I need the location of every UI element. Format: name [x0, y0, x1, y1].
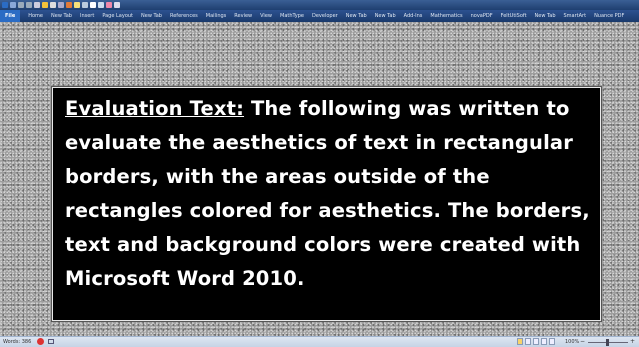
evaluation-paragraph[interactable]: Evaluation Text: The following was writt… [65, 92, 593, 296]
tab-mailings[interactable]: Mailings [202, 10, 231, 22]
word-logo-icon[interactable] [2, 2, 8, 8]
save-icon[interactable] [10, 2, 16, 8]
tab-new-tab[interactable]: New Tab [371, 10, 400, 22]
table-icon[interactable] [58, 2, 64, 8]
undo-icon[interactable] [18, 2, 24, 8]
tab-feltutisoft[interactable]: FeltUtiSoft [497, 10, 531, 22]
chart-icon[interactable] [82, 2, 88, 8]
text-border-frame: Evaluation Text: The following was writt… [51, 86, 602, 322]
tab-new-tab[interactable]: New Tab [137, 10, 166, 22]
evaluation-label: Evaluation Text: [65, 97, 245, 120]
proofing-icon[interactable] [37, 338, 44, 345]
quick-access-toolbar [0, 0, 639, 10]
highlight-icon[interactable] [42, 2, 48, 8]
bookmark-icon[interactable] [106, 2, 112, 8]
macro-recording-icon[interactable] [48, 339, 54, 344]
zoom-in-button[interactable]: + [630, 338, 635, 345]
web-layout-view-button[interactable] [533, 338, 539, 345]
more-commands-icon[interactable] [114, 2, 120, 8]
tab-smartart[interactable]: SmartArt [560, 10, 591, 22]
ribbon-tabs: File Home New Tab Insert Page Layout New Tab R… [0, 10, 639, 22]
zoom-level[interactable]: 100% [565, 339, 579, 345]
view-buttons [517, 338, 555, 345]
print-layout-view-button[interactable] [517, 338, 523, 345]
symbol-icon[interactable] [90, 2, 96, 8]
tab-file[interactable]: File [0, 10, 21, 22]
picture-icon[interactable] [66, 2, 72, 8]
tab-page-layout[interactable]: Page Layout [98, 10, 137, 22]
print-icon[interactable] [34, 2, 40, 8]
tab-review[interactable]: Review [230, 10, 256, 22]
zoom-out-button[interactable]: − [580, 338, 585, 345]
word-count[interactable]: Words: 386 [3, 339, 31, 345]
full-screen-reading-view-button[interactable] [525, 338, 531, 345]
tab-home[interactable]: Home [24, 10, 47, 22]
tab-mathematics[interactable]: Mathematics [426, 10, 466, 22]
tab-add-ins[interactable]: Add-Ins [400, 10, 427, 22]
redo-icon[interactable] [26, 2, 32, 8]
document-area[interactable]: Evaluation Text: The following was writt… [0, 22, 639, 336]
evaluation-body: The following was written to evaluate th… [65, 97, 590, 290]
tab-insert[interactable]: Insert [76, 10, 98, 22]
tab-mathtype[interactable]: MathType [276, 10, 308, 22]
tab-novapdf[interactable]: novaPDF [467, 10, 497, 22]
tab-references[interactable]: References [166, 10, 202, 22]
status-bar: Words: 386 100% − + [0, 336, 639, 347]
tab-new-tab[interactable]: New Tab [342, 10, 371, 22]
shapes-icon[interactable] [74, 2, 80, 8]
zoom-slider-thumb[interactable] [606, 339, 609, 346]
tab-view[interactable]: View [256, 10, 276, 22]
draft-view-button[interactable] [549, 338, 555, 345]
tab-nuance-pdf[interactable]: Nuance PDF [590, 10, 628, 22]
outline-view-button[interactable] [541, 338, 547, 345]
tab-new-tab[interactable]: New Tab [47, 10, 76, 22]
tab-new-tab[interactable]: New Tab [531, 10, 560, 22]
format-icon[interactable] [50, 2, 56, 8]
tab-developer[interactable]: Developer [308, 10, 342, 22]
equation-icon[interactable] [98, 2, 104, 8]
